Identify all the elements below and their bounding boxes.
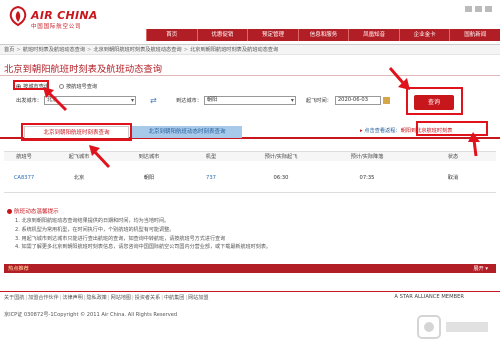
arrow-to-return-icon: [468, 132, 480, 157]
to-city-select[interactable]: 朝阳: [203, 96, 296, 105]
highlight-box-query: [406, 87, 463, 115]
watermark-logo: [417, 315, 488, 339]
star-alliance-badge[interactable]: A STAR ALLIANCE MEMBER: [394, 294, 464, 300]
note-2: 2. 系统机型为常用机型，在时间执行中，个别航班的机型有可能调整。: [15, 226, 175, 233]
language-icon[interactable]: [465, 6, 472, 12]
utility-icons: [465, 6, 492, 12]
footer-sitemap[interactable]: 网站地图: [111, 295, 131, 301]
nav-home[interactable]: 首页: [146, 29, 197, 41]
footer-partners[interactable]: 加盟合作伙伴: [28, 295, 59, 301]
highlight-box-tab: [21, 123, 132, 141]
footer-links: 关于国航|加盟合作伙伴|法律声明|隐私政策|网站地图|投资者关系|中航集团|网站…: [4, 295, 209, 301]
breadcrumb: 首页 > 航班时刻表及航班动态查询 > 北京到朝阳航班时刻表及航班动态查询 > 北京到朝阳航…: [4, 47, 279, 53]
tab-dynamic[interactable]: 北京到朝阳航班动态时刻表查询: [132, 126, 242, 138]
nav-promotions[interactable]: 优惠促销: [196, 29, 248, 41]
to-label: 到达城市：: [175, 98, 202, 104]
departure-time: 06:30: [273, 175, 289, 181]
expand-button[interactable]: 展开 ▾: [473, 265, 488, 272]
nav-news[interactable]: 国航新闻: [449, 29, 500, 41]
brand-name-cn: 中国国际航空公司: [31, 24, 82, 30]
hot-label: 热点推荐: [8, 266, 29, 272]
notes-title-text: 航班动态温馨提示: [14, 209, 59, 215]
swap-icon[interactable]: ⇄: [150, 96, 162, 105]
origin-city: 北京: [73, 175, 85, 181]
col-destination: 到达城市: [138, 154, 160, 160]
radio-by-flight-label: 按航班号查询: [65, 84, 98, 90]
footer-about[interactable]: 关于国航: [4, 295, 24, 301]
footer-group[interactable]: 中航集团: [164, 295, 184, 301]
main-nav: 首页 优惠促销 预定管理 信息和服务 凤凰知音 企业金卡 国航新闻: [146, 29, 500, 41]
col-arrival: 预计/实际降落: [350, 154, 384, 160]
date-label: 起飞时间：: [305, 98, 332, 104]
copyright: 京ICP证 030872号-1Copyright © 2011 Air Chin…: [4, 312, 178, 318]
notes-list: 1. 北京到朝阳航班动态查询结果提供的日期和时间，均为当地时间。 2. 系统机型…: [15, 217, 475, 252]
from-label: 出发城市：: [16, 98, 42, 104]
table-header: 航班号 起飞城市 到达城市 机型 预计/实际起飞 预计/实际降落 状态: [4, 151, 496, 161]
air-china-logo: [9, 6, 27, 27]
col-departure: 预计/实际起飞: [264, 154, 298, 160]
arrow-to-query-icon: [388, 67, 410, 90]
search-form: 出发城市： 北京 ⇄ 到达城市： 朝阳 起飞时间： 2020-06-03: [16, 96, 390, 105]
notes-title: 航班动态温馨提示: [7, 207, 59, 215]
breadcrumb-current: 北京到朝阳航班时刻表及航班动态查询: [189, 47, 279, 53]
title-divider: [0, 75, 500, 76]
nav-phoenix-miles[interactable]: 凤凰知音: [348, 29, 399, 41]
brand-name: AIR CHINA: [31, 9, 98, 22]
breadcrumb-schedule[interactable]: 航班时刻表及航班动态查询: [23, 47, 85, 53]
footer-investors[interactable]: 投资者关系: [135, 295, 160, 301]
col-aircraft: 机型: [205, 154, 217, 160]
bullet-icon: [7, 209, 12, 214]
nav-booking[interactable]: 预定管理: [247, 29, 298, 41]
page-title: 北京到朝阳航班时刻表及航班动态查询: [4, 64, 163, 75]
footer-privacy[interactable]: 隐私政策: [87, 295, 107, 301]
col-flight-no: 航班号: [16, 154, 32, 160]
arrival-time: 07:35: [359, 175, 375, 181]
hot-bar: [4, 264, 496, 273]
table-row: CA8377 北京 朝阳 737 06:30 07:35 取消: [4, 173, 496, 183]
breadcrumb-home[interactable]: 首页: [4, 47, 14, 53]
flight-status: 取消: [447, 175, 459, 181]
note-1: 1. 北京到朝阳航班动态查询结果提供的日期和时间，均为当地时间。: [15, 218, 170, 224]
aircraft-type[interactable]: 737: [184, 173, 238, 183]
nav-corporate[interactable]: 企业金卡: [398, 29, 450, 41]
flight-number[interactable]: CA8377: [4, 173, 44, 183]
calendar-icon[interactable]: [382, 97, 390, 104]
help-icon[interactable]: [485, 6, 492, 12]
footer-legal[interactable]: 法律声明: [62, 295, 82, 301]
chevron-down-icon: ▾: [483, 266, 488, 272]
note-3: 3. 用起飞城市到达城市只能进行查出航班的查询，如查询中转航班，请按航班号方式进…: [15, 235, 226, 242]
arrow-to-tab-icon: [89, 145, 111, 169]
destination-city: 朝阳: [143, 175, 155, 181]
breadcrumb-route[interactable]: 北京到朝阳航班时刻表及航班动态查询: [93, 47, 181, 53]
arrow-to-city-icon: [43, 87, 68, 112]
note-4: 4. 如需了解更多北京到朝阳航班时刻表信息，请您咨询中国国际航空公司国内分营业部…: [15, 244, 272, 251]
table-divider: [4, 192, 496, 193]
return-link-label: 点击查看返程：: [364, 128, 401, 134]
date-field[interactable]: 2020-06-03: [334, 96, 381, 105]
expand-label: 展开: [473, 266, 484, 272]
footer-divider: [0, 291, 500, 292]
footer-join[interactable]: 网站加盟: [188, 295, 208, 301]
member-icon[interactable]: [475, 6, 482, 12]
nav-info-services[interactable]: 信息和服务: [297, 29, 349, 41]
